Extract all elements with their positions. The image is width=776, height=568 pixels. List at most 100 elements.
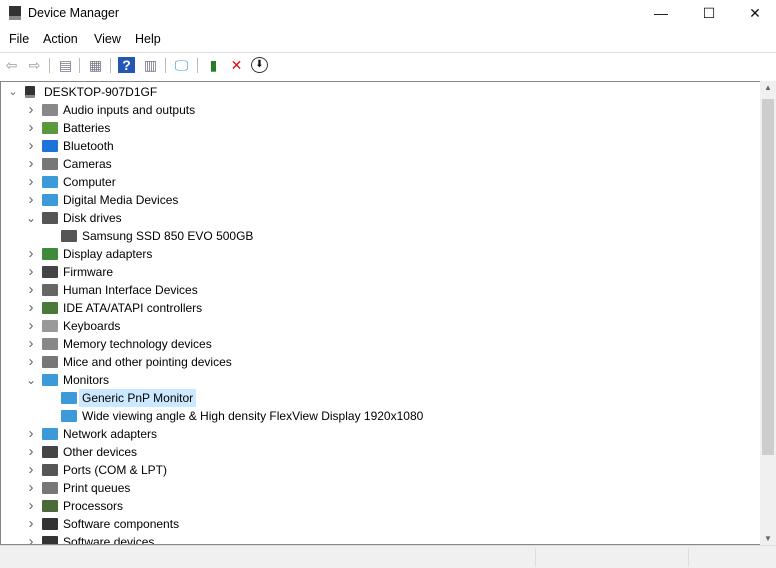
chevron-right-icon[interactable]: › [25,101,37,119]
scan-hardware-button[interactable]: 🖵 [173,57,190,73]
chevron-right-icon[interactable]: › [25,443,37,461]
tree-device[interactable]: Wide viewing angle & High density FlexVi… [1,407,760,425]
tree-category[interactable]: › IDE ATA/ATAPI controllers [1,299,760,317]
help-button[interactable]: ? [118,57,135,73]
disk-drive-icon [42,212,58,224]
show-hide-console-tree-icon: ▤ [58,57,73,73]
tree-category[interactable]: › Batteries [1,119,760,137]
chevron-right-icon[interactable]: › [25,425,37,443]
chevron-right-icon[interactable]: › [25,119,37,137]
toolbar-separator [197,58,198,73]
chevron-down-icon[interactable]: ⌄ [25,209,37,227]
chevron-right-icon[interactable]: › [25,191,37,209]
chevron-right-icon[interactable]: › [25,461,37,479]
scroll-up-arrow-icon[interactable]: ▲ [764,83,772,92]
tree-category[interactable]: › Audio inputs and outputs [1,101,760,119]
tree-category[interactable]: ⌄ Disk drives [1,209,760,227]
chevron-right-icon[interactable]: › [25,515,37,533]
tree-category[interactable]: › Memory technology devices [1,335,760,353]
tree-item-label: Computer [63,175,116,189]
tree-category[interactable]: › Network adapters [1,425,760,443]
tree-category[interactable]: › Software devices [1,533,760,544]
tree-item-label: Human Interface Devices [63,283,198,297]
window-title: Device Manager [28,6,120,20]
tree-category[interactable]: › Digital Media Devices [1,191,760,209]
chevron-right-icon[interactable]: › [25,245,37,263]
tree-item-label: Batteries [63,121,111,135]
vertical-scrollbar[interactable]: ▲ ▼ [760,81,776,545]
scrollbar-thumb[interactable] [762,99,774,455]
tree-category[interactable]: › Print queues [1,479,760,497]
menu-help[interactable]: Help [135,32,161,46]
chevron-right-icon[interactable]: › [25,263,37,281]
status-segment [535,548,685,567]
tree-category[interactable]: › Firmware [1,263,760,281]
computer-root-icon [25,86,35,98]
maximize-button[interactable]: ☐ [686,0,732,28]
tree-category[interactable]: › Mice and other pointing devices [1,353,760,371]
chevron-right-icon[interactable]: › [25,479,37,497]
properties-icon: ▦ [88,57,103,73]
tree-item-label: Software components [63,517,180,531]
menu-file[interactable]: File [9,32,29,46]
scroll-down-arrow-icon[interactable]: ▼ [764,534,772,543]
chevron-right-icon[interactable]: › [25,533,37,544]
tree-category[interactable]: › Ports (COM & LPT) [1,461,760,479]
tree-category[interactable]: › Software components [1,515,760,533]
toolbar-separator [49,58,50,73]
update-driver-button[interactable]: ▮ [205,57,222,73]
chevron-down-icon[interactable]: ⌄ [25,371,37,389]
chevron-right-icon[interactable]: › [25,281,37,299]
disk-drive-icon [61,230,77,242]
chevron-right-icon[interactable]: › [25,173,37,191]
show-hide-console-tree-button[interactable]: ▤ [57,57,74,73]
uninstall-device-button[interactable]: ✕ [228,57,245,73]
tree-item-label: Audio inputs and outputs [63,103,196,117]
menu-action[interactable]: Action [43,32,78,46]
forward-arrow-button[interactable]: ⇨ [26,57,43,73]
memory-icon [42,338,58,350]
camera-icon [42,158,58,170]
display-adapter-icon [42,248,58,260]
tree-category[interactable]: › Keyboards [1,317,760,335]
tree-category[interactable]: › Bluetooth [1,137,760,155]
forward-arrow-icon: ⇨ [28,57,41,73]
tree-category[interactable]: › Human Interface Devices [1,281,760,299]
tree-item-label: Firmware [63,265,113,279]
menu-view[interactable]: View [94,32,121,46]
chevron-right-icon[interactable]: › [25,497,37,515]
tree-category[interactable]: › Cameras [1,155,760,173]
chevron-right-icon[interactable]: › [25,155,37,173]
media-device-icon [42,194,58,206]
chevron-right-icon[interactable]: › [25,335,37,353]
tree-item-label: Processors [63,499,124,513]
tree-category[interactable]: ⌄ Monitors [1,371,760,389]
tree-category[interactable]: › Other devices [1,443,760,461]
chevron-right-icon[interactable]: › [25,317,37,335]
action-pane-button[interactable]: ▥ [142,57,159,73]
keyboard-icon [42,320,58,332]
close-button[interactable]: ✕ [732,0,776,28]
chevron-right-icon[interactable]: › [25,299,37,317]
minimize-button[interactable]: — [638,0,684,28]
status-segment [688,548,776,567]
tree-item-label: Memory technology devices [63,337,212,351]
chevron-down-icon[interactable]: ⌄ [7,83,19,101]
tree-item-label: Print queues [63,481,131,495]
computer-icon [42,176,58,188]
disable-device-button[interactable]: ⬇ [251,57,268,73]
back-arrow-button[interactable]: ⇦ [3,57,20,73]
chevron-right-icon[interactable]: › [25,137,37,155]
mouse-icon [42,356,58,368]
hid-icon [42,284,58,296]
tree-category[interactable]: › Processors [1,497,760,515]
tree-category[interactable]: › Computer [1,173,760,191]
device-tree[interactable]: ⌄ DESKTOP-907D1GF › Audio inputs and output… [0,81,760,545]
tree-device[interactable]: Generic PnP Monitor [1,389,760,407]
tree-device[interactable]: Samsung SSD 850 EVO 500GB [1,227,760,245]
properties-button[interactable]: ▦ [87,57,104,73]
tree-item-label: Generic PnP Monitor [79,389,197,407]
tree-category[interactable]: › Display adapters [1,245,760,263]
monitor-icon [42,374,58,386]
chevron-right-icon[interactable]: › [25,353,37,371]
